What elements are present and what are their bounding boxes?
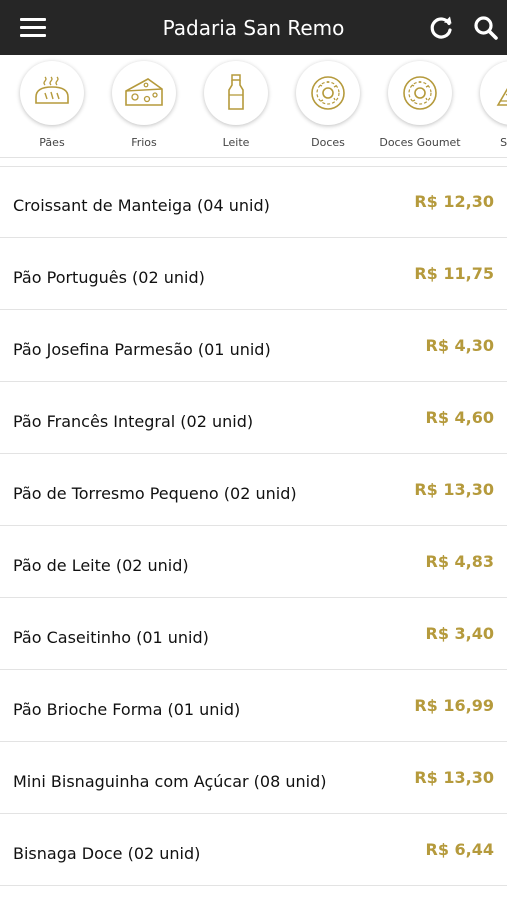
product-price: R$ 11,75 xyxy=(414,264,494,283)
product-row[interactable]: Pão Josefina Parmesão (01 unid) R$ 4,30 xyxy=(0,310,507,382)
donut-icon xyxy=(311,76,345,110)
category-salgados[interactable]: Salg xyxy=(466,55,507,157)
category-frios[interactable]: Frios xyxy=(98,55,190,157)
product-row[interactable]: Pão Brioche Forma (01 unid) R$ 16,99 xyxy=(0,670,507,742)
product-row[interactable]: Pão Francês Integral (02 unid) R$ 4,60 xyxy=(0,382,507,454)
product-name: Pão de Torresmo Pequeno (02 unid) xyxy=(13,484,297,503)
product-price: R$ 13,30 xyxy=(414,480,494,499)
category-icon-circle xyxy=(112,61,176,125)
category-label: Salg xyxy=(500,136,507,149)
category-icon-circle xyxy=(296,61,360,125)
savory-icon xyxy=(496,87,507,106)
product-name: Pão de Leite (02 unid) xyxy=(13,556,189,575)
category-leite[interactable]: Leite xyxy=(190,55,282,157)
category-doces[interactable]: Doces xyxy=(282,55,374,157)
product-row[interactable]: Pão de Torresmo Pequeno (02 unid) R$ 13,… xyxy=(0,454,507,526)
search-icon[interactable] xyxy=(472,14,500,42)
product-name: Croissant de Manteiga (04 unid) xyxy=(13,196,270,215)
product-row[interactable]: Croissant de Manteiga (04 unid) R$ 12,30 xyxy=(0,166,507,238)
product-row[interactable]: Pão Português (02 unid) R$ 11,75 xyxy=(0,238,507,310)
refresh-icon[interactable] xyxy=(427,14,455,42)
donut-icon xyxy=(403,76,437,110)
cheese-icon xyxy=(125,78,163,106)
product-price: R$ 16,99 xyxy=(414,696,494,715)
product-name: Pão Josefina Parmesão (01 unid) xyxy=(13,340,271,359)
product-price: R$ 4,83 xyxy=(425,552,495,571)
milk-bottle-icon xyxy=(228,74,244,110)
product-name: Pão Caseitinho (01 unid) xyxy=(13,628,209,647)
product-row[interactable]: Mini Bisnaguinha com Açúcar (08 unid) R$… xyxy=(0,742,507,814)
hamburger-menu-icon[interactable] xyxy=(20,18,46,38)
product-row[interactable]: Pão de Leite (02 unid) R$ 4,83 xyxy=(0,526,507,598)
product-name: Bisnaga Doce (02 unid) xyxy=(13,844,201,863)
product-name: Mini Bisnaguinha com Açúcar (08 unid) xyxy=(13,772,327,791)
category-icon-circle xyxy=(480,61,507,125)
category-carousel[interactable]: Pães Frios Leite Doces Doces Goumet S xyxy=(0,55,507,158)
product-price: R$ 13,30 xyxy=(414,768,494,787)
top-app-bar: Padaria San Remo xyxy=(0,0,507,55)
product-row[interactable]: Bisnaga Doce (02 unid) R$ 6,44 xyxy=(0,814,507,886)
product-price: R$ 12,30 xyxy=(414,192,494,211)
product-name: Pão Francês Integral (02 unid) xyxy=(13,412,254,431)
product-price: R$ 3,40 xyxy=(425,624,495,643)
category-doces-goumet[interactable]: Doces Goumet xyxy=(374,55,466,157)
product-price: R$ 6,44 xyxy=(425,840,495,859)
category-icon-circle xyxy=(20,61,84,125)
bread-icon xyxy=(35,76,69,104)
product-name: Pão Português (02 unid) xyxy=(13,268,205,287)
product-price: R$ 4,60 xyxy=(425,408,495,427)
category-paes[interactable]: Pães xyxy=(6,55,98,157)
category-icon-circle xyxy=(388,61,452,125)
category-icon-circle xyxy=(204,61,268,125)
product-list: Croissant de Manteiga (04 unid) R$ 12,30… xyxy=(0,166,507,886)
product-name: Pão Brioche Forma (01 unid) xyxy=(13,700,241,719)
product-price: R$ 4,30 xyxy=(425,336,495,355)
product-row[interactable]: Pão Caseitinho (01 unid) R$ 3,40 xyxy=(0,598,507,670)
